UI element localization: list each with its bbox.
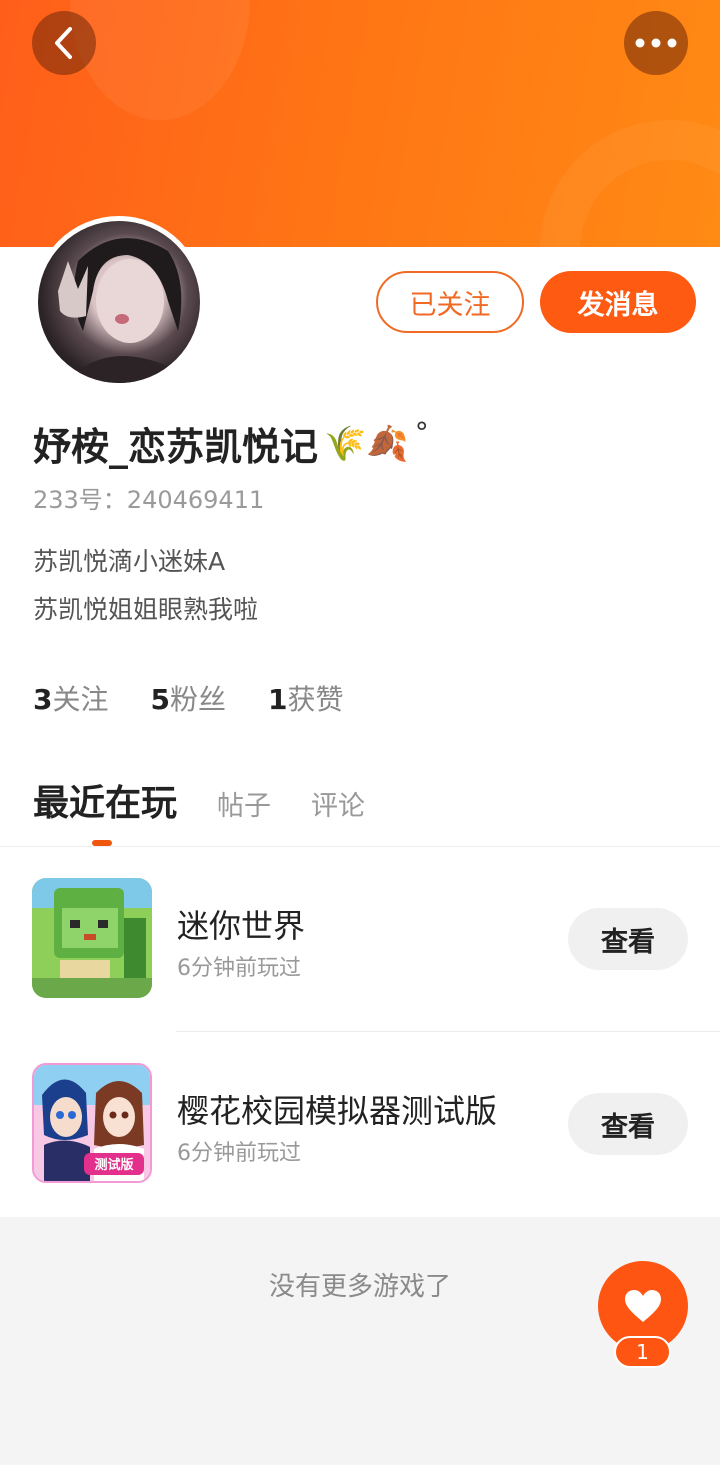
more-button[interactable] <box>624 11 688 75</box>
banner-decoration <box>70 0 250 120</box>
tab-posts[interactable]: 帖子 <box>217 784 271 823</box>
avatar-image <box>38 221 200 383</box>
bio: 苏凯悦滴小迷妹A 苏凯悦姐姐眼熟我啦 <box>33 538 258 634</box>
stats-row: 3关注 5粉丝 1获赞 <box>33 678 344 718</box>
view-game-button[interactable]: 查看 <box>568 1093 688 1155</box>
tab-recently-played[interactable]: 最近在玩 <box>33 774 177 826</box>
profile-page: 已关注 发消息 妤桉_恋苏凯悦记 🌾🍂 ° 233号：240469411 苏凯悦… <box>0 0 720 1465</box>
like-count-badge: 1 <box>614 1336 671 1368</box>
game-last-played: 6分钟前玩过 <box>177 956 301 981</box>
back-button[interactable] <box>32 11 96 75</box>
tab-comments[interactable]: 评论 <box>311 784 365 823</box>
bio-line: 苏凯悦滴小迷妹A <box>33 547 226 576</box>
send-message-button[interactable]: 发消息 <box>540 271 696 333</box>
game-title: 樱花校园模拟器测试版 <box>177 1092 498 1130</box>
follow-button[interactable]: 已关注 <box>376 271 524 333</box>
profile-tabs: 最近在玩 帖子 评论 <box>33 774 365 826</box>
stat-following[interactable]: 3关注 <box>33 678 109 718</box>
stat-followers[interactable]: 5粉丝 <box>151 678 227 718</box>
game-title: 迷你世界 <box>177 907 306 945</box>
game-row[interactable]: 迷你世界 6分钟前玩过 查看 <box>0 864 720 1014</box>
nickname-suffix: ° <box>414 416 429 449</box>
game-icon-mini-world <box>32 878 152 998</box>
heart-icon <box>625 1290 661 1322</box>
header-banner <box>0 0 720 247</box>
banner-decoration <box>540 120 720 247</box>
stat-likes: 1获赞 <box>268 683 344 716</box>
more-horizontal-icon <box>635 38 677 48</box>
divider <box>176 1031 720 1032</box>
avatar[interactable] <box>33 216 205 388</box>
bio-line: 苏凯悦姐姐眼熟我啦 <box>33 595 259 624</box>
game-icon-sakura-school: 测试版 <box>32 1063 152 1183</box>
game-icon-tag: 测试版 <box>94 1157 133 1173</box>
view-game-button[interactable]: 查看 <box>568 908 688 970</box>
divider <box>0 846 720 847</box>
game-last-played: 6分钟前玩过 <box>177 1141 301 1166</box>
nickname-row: 妤桉_恋苏凯悦记 🌾🍂 ° <box>33 416 429 471</box>
nickname: 妤桉_恋苏凯悦记 <box>33 425 319 469</box>
chevron-left-icon <box>55 27 72 59</box>
nickname-emojis: 🌾🍂 <box>324 423 409 464</box>
game-row[interactable]: 测试版 樱花校园模拟器测试版 6分钟前玩过 查看 <box>0 1049 720 1199</box>
user-id: 233号：240469411 <box>33 486 265 514</box>
